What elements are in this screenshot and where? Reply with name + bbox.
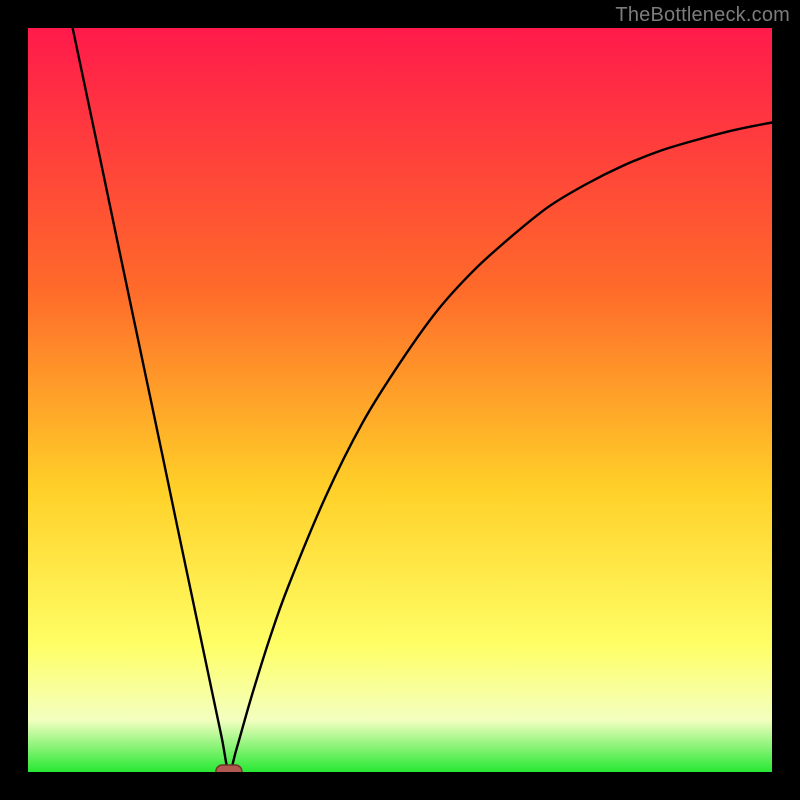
gradient-background [28,28,772,772]
bottleneck-chart [28,28,772,772]
optimum-marker [216,765,242,772]
chart-frame [28,28,772,772]
watermark-text: TheBottleneck.com [615,4,790,27]
